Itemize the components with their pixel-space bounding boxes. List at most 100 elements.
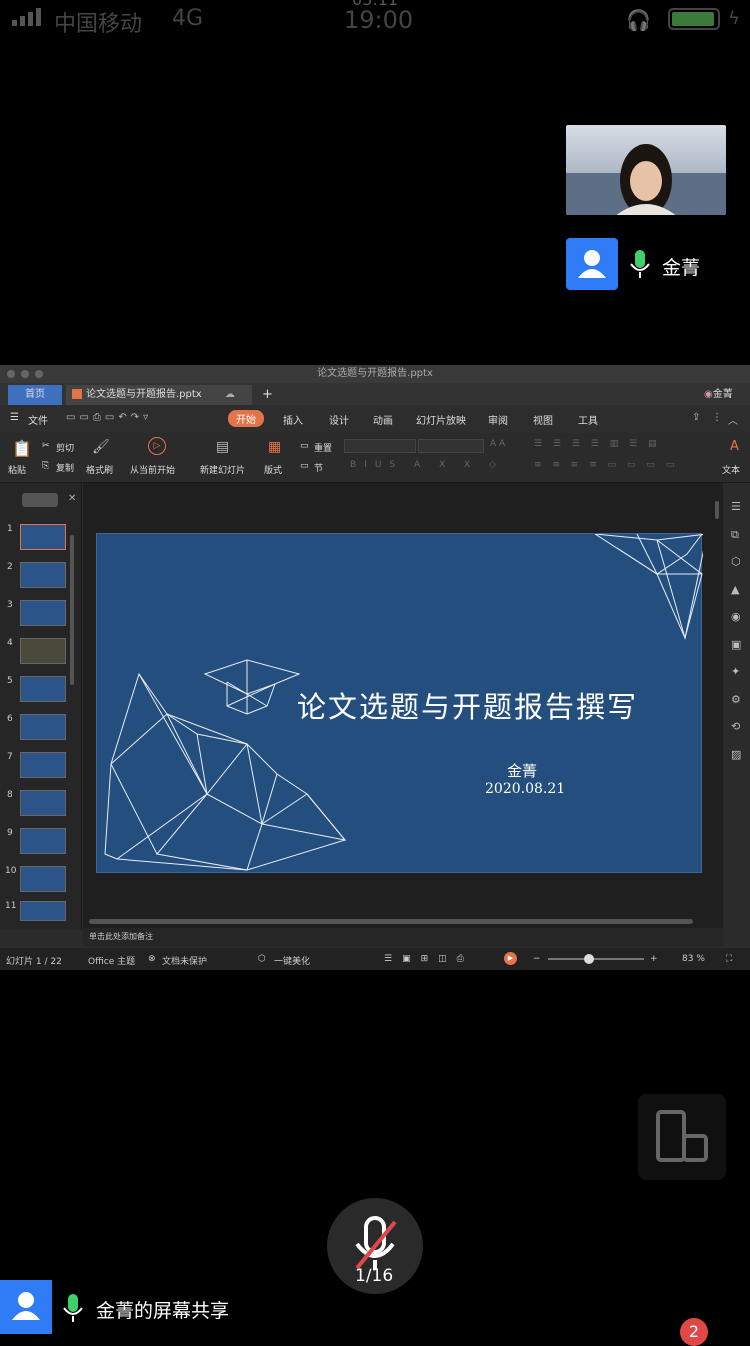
new-tab-button[interactable]: + <box>262 385 273 405</box>
menu-item-start[interactable]: 开始 <box>228 410 264 427</box>
slide-thumbnail-8[interactable] <box>20 790 66 816</box>
menu-item-view[interactable]: 视图 <box>533 412 553 427</box>
headphone-icon: 🎧 <box>626 8 651 32</box>
menu-item-design[interactable]: 设计 <box>329 412 349 427</box>
layout-icon: ▦ <box>268 439 282 455</box>
play-slideshow-button[interactable]: ▶ <box>504 952 517 965</box>
copy-button[interactable]: 复制 <box>56 461 74 474</box>
slide-number-9: 9 <box>7 828 13 838</box>
reset-icon: ▭ <box>300 441 309 451</box>
slide-thumbnail-9[interactable] <box>20 828 66 854</box>
battery-icon <box>668 8 720 30</box>
menu-item-slideshow[interactable]: 幻灯片放映 <box>416 412 466 427</box>
hamburger-icon[interactable]: ☰ <box>10 412 19 423</box>
cut-button[interactable]: 剪切 <box>56 441 74 454</box>
window-title: 论文选题与开题报告.pptx <box>317 368 433 379</box>
clipboard-icon[interactable]: 📋 <box>12 439 32 458</box>
tab-user-label: 金菁 <box>712 389 733 400</box>
paste-button[interactable]: 粘贴 <box>8 463 26 476</box>
textbox-button[interactable]: 文本 <box>722 463 740 476</box>
right-panel-icons[interactable]: ☰ ⧉ ⬡ ▲ ◉ ▣ ✦ ⚙ ⟲ ▨ <box>731 493 741 768</box>
fit-window-icon[interactable]: ⛶ <box>726 954 732 964</box>
slide-thumbnail-10[interactable] <box>20 866 66 892</box>
slide-thumbnail-7[interactable] <box>20 752 66 778</box>
slide-number-11: 11 <box>5 901 17 911</box>
zoom-slider-thumb[interactable] <box>584 954 594 964</box>
slide-number-4: 4 <box>7 638 13 648</box>
slide-thumbnail-1[interactable] <box>20 524 66 550</box>
tab-document[interactable]: 论文选题与开题报告.pptx ☁ ● <box>66 385 252 420</box>
cloud-icon: ☁ <box>224 389 235 400</box>
slide-thumbnail-4[interactable] <box>20 638 66 664</box>
menu-item-review[interactable]: 审阅 <box>488 412 508 427</box>
alignment-buttons[interactable]: ≡ ≡ ≡ ≡ ▭ ▭ ▭ ▭ <box>534 460 678 470</box>
notification-badge[interactable]: 2 <box>680 1318 708 1346</box>
reset-button[interactable]: 重置 <box>314 441 332 454</box>
window-zoom-button[interactable] <box>35 370 43 378</box>
participant-name: 金菁 <box>662 257 701 279</box>
menu-item-animation[interactable]: 动画 <box>373 412 393 427</box>
slide-thumbnail-6[interactable] <box>20 714 66 740</box>
share-icon[interactable]: ⇪ <box>692 412 700 423</box>
text-style-buttons[interactable]: BIUS A X X ◇ <box>350 460 504 470</box>
notes-area[interactable]: 单击此处添加备注 <box>83 928 723 946</box>
current-slide[interactable]: 论文选题与开题报告撰写 金菁 2020.08.21 <box>96 533 703 873</box>
mute-toggle-button[interactable]: 1/16 <box>327 1198 423 1294</box>
zoom-in-button[interactable]: + <box>650 954 658 964</box>
slide-thumbnail-3[interactable] <box>20 600 66 626</box>
vertical-scrollbar[interactable] <box>715 501 719 519</box>
tab-home-label: 首页 <box>25 389 45 400</box>
zoom-out-button[interactable]: − <box>533 954 541 964</box>
beautify-icon: ⬡ <box>258 954 266 964</box>
menu-file[interactable]: 文件 <box>28 412 48 427</box>
copy-icon: ⎘ <box>42 461 50 471</box>
network-label: 4G <box>172 6 204 31</box>
horizontal-scrollbar[interactable] <box>89 919 693 924</box>
theme-label: Office 主题 <box>88 957 136 967</box>
avatar[interactable] <box>566 238 618 290</box>
tab-home[interactable]: 首页 <box>8 385 62 405</box>
participant-video[interactable] <box>566 125 726 215</box>
font-family-select[interactable] <box>344 439 416 453</box>
from-current-button[interactable]: 从当前开始 <box>130 463 175 476</box>
section-button[interactable]: 节 <box>314 461 323 474</box>
slide-thumbnail-11[interactable] <box>20 901 66 921</box>
quick-access-icons[interactable]: ▭▭⎙▭↶↷▿ <box>66 412 152 423</box>
menu-item-tools[interactable]: 工具 <box>578 412 598 427</box>
view-mode-buttons[interactable]: ☰▣⊞◫⎙ <box>384 954 474 964</box>
window-minimize-button[interactable] <box>21 370 29 378</box>
layout-button[interactable]: 版式 <box>264 463 282 476</box>
font-size-select[interactable] <box>418 439 484 453</box>
sharer-avatar[interactable] <box>0 1280 52 1334</box>
shared-screen-window: 论文选题与开题报告.pptx 首页 论文选题与开题报告.pptx ☁ ● + ◉… <box>0 365 750 970</box>
user-icon <box>578 250 606 278</box>
new-slide-button[interactable]: 新建幻灯片 <box>200 463 245 476</box>
tab-bar: 首页 论文选题与开题报告.pptx ☁ ● + ◉金菁 <box>0 383 750 420</box>
right-tool-panel: ☰ ⧉ ⬡ ▲ ◉ ▣ ✦ ⚙ ⟲ ▨ <box>723 483 750 930</box>
charging-icon: ϟ <box>728 8 740 29</box>
zoom-slider[interactable] <box>548 954 644 964</box>
slide-number-5: 5 <box>7 676 13 686</box>
user-account[interactable]: ◉金菁 <box>704 385 744 405</box>
window-close-button[interactable] <box>7 370 15 378</box>
ribbon-toolbar: 📋 粘贴 ✂ 剪切 ⎘ 复制 🖌 格式刷 ▷ 从当前开始 ▤ 新建幻灯片 ▦ 版… <box>0 433 750 483</box>
slide-count: 幻灯片 1 / 22 <box>6 957 62 967</box>
protection-status[interactable]: 文档未保护 <box>162 954 207 967</box>
paragraph-list-buttons[interactable]: ☰ ☰ ☰ ☰ ▥ ☰ ▤ <box>534 439 661 449</box>
slide-thumbnail-2[interactable] <box>20 562 66 588</box>
slide-number-3: 3 <box>7 600 13 610</box>
signal-bar-4 <box>36 8 41 26</box>
font-size-buttons[interactable]: A A <box>490 439 505 449</box>
thumb-scrollbar[interactable] <box>70 535 74 685</box>
more-icon[interactable]: ⋮ <box>712 412 722 423</box>
collapse-ribbon-icon[interactable]: ︿ <box>728 412 738 427</box>
view-toggle-button[interactable] <box>22 493 58 507</box>
protection-icon: ⊗ <box>148 954 156 964</box>
slide-thumbnail-5[interactable] <box>20 676 66 702</box>
menu-item-insert[interactable]: 插入 <box>283 412 303 427</box>
close-panel-icon[interactable]: ✕ <box>68 493 76 504</box>
beautify-button[interactable]: 一键美化 <box>274 954 310 967</box>
format-painter-button[interactable]: 格式刷 <box>86 463 113 476</box>
slide-number-10: 10 <box>5 866 17 876</box>
rotate-screen-button[interactable] <box>638 1094 726 1180</box>
